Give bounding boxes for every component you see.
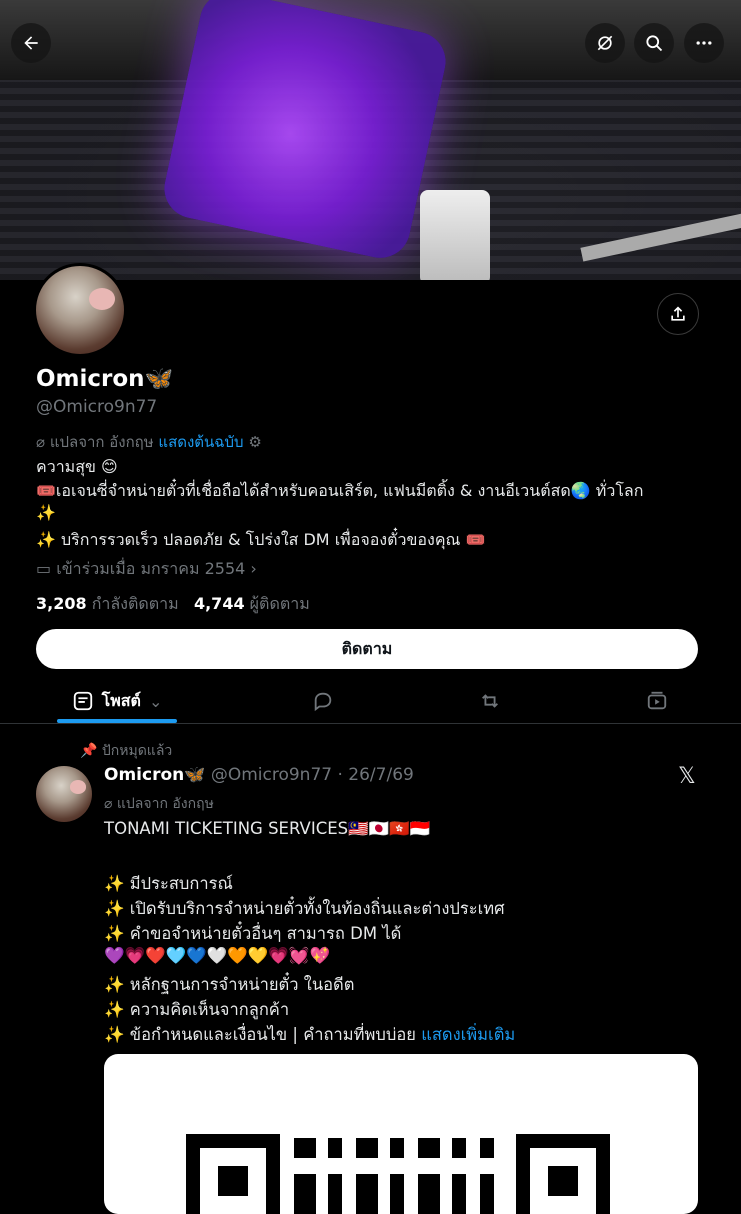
post-text-line: 💜💗❤️🩵💙🤍🧡💛💗💓💖: [104, 946, 330, 965]
post-translated-from: แปลจาก อังกฤษ: [116, 796, 214, 812]
chevron-right-icon[interactable]: ›: [250, 559, 256, 578]
qr-gap: [294, 1158, 494, 1174]
post-text-line-last: ✨ ข้อกำหนดและเงื่อนไข | คำถามที่พบบ่อย แ…: [104, 1022, 515, 1048]
following-count[interactable]: 3,208: [36, 594, 87, 613]
post-text-line: ✨ ข้อกำหนดและเงื่อนไข | คำถามที่พบบ่อย: [104, 1025, 416, 1044]
tab-posts[interactable]: โพสต์ ⌄: [57, 680, 177, 722]
x-logo-icon[interactable]: 𝕏: [678, 764, 696, 789]
repost-icon: [482, 694, 498, 708]
profile-name: Omicron🦋: [36, 365, 173, 392]
qr-finder-left: [186, 1134, 280, 1214]
posts-icon: [73, 691, 92, 711]
more-icon: [696, 41, 712, 45]
butterfly-icon: 🦋: [184, 765, 206, 785]
bio-line-3: ✨: [36, 503, 56, 522]
media-icon: [647, 691, 667, 710]
share-button[interactable]: [657, 293, 699, 335]
follow-button[interactable]: ติดตาม: [36, 629, 698, 669]
followers-count[interactable]: 4,744: [194, 594, 245, 613]
translate-icon: ⌀: [104, 796, 113, 812]
qr-finder-right: [516, 1134, 610, 1214]
profile-handle: @Omicro9n77: [36, 397, 158, 417]
post-author-name[interactable]: Omicron: [104, 765, 184, 785]
tab-media[interactable]: [632, 680, 682, 722]
search-button[interactable]: [634, 23, 674, 63]
avatar-paw: [88, 288, 116, 310]
joined-date-row: ▭ เข้าร่วมเมื่อ มกราคม 2554 ›: [36, 557, 257, 582]
more-button[interactable]: [684, 23, 724, 63]
pinned-label-row: 📌 ปักหมุดแล้ว: [80, 740, 172, 762]
joined-date: เข้าร่วมเมื่อ มกราคม 2554: [56, 559, 246, 578]
translation-row: ⌀ แปลจาก อังกฤษ แสดงต้นฉบับ ⚙: [36, 430, 262, 454]
post-translation-row: ⌀ แปลจาก อังกฤษ: [104, 793, 214, 815]
post-text-line: ✨ ความคิดเห็นจากลูกค้า: [104, 1000, 290, 1019]
post-text-line: ✨ มีประสบการณ์: [104, 874, 233, 893]
tab-active-indicator: [57, 719, 177, 723]
bio-line-1: ความสุข 😊: [36, 457, 118, 476]
grok-icon: [597, 35, 613, 51]
tab-reposts[interactable]: [465, 680, 515, 722]
avatar-paw: [69, 780, 87, 794]
arrow-left-icon: [24, 36, 38, 50]
post-header: Omicron🦋 @Omicro9n77 · 26/7/69: [104, 765, 414, 785]
butterfly-icon: 🦋: [144, 366, 174, 392]
profile-banner[interactable]: [0, 0, 741, 280]
following-label[interactable]: กำลังติดตาม: [92, 594, 179, 613]
pinned-label: ปักหมุดแล้ว: [101, 743, 173, 759]
post-author-avatar[interactable]: [36, 766, 92, 822]
pin-icon: 📌: [80, 743, 98, 759]
follow-counts: 3,208 กำลังติดตาม 4,744 ผู้ติดตาม: [36, 592, 310, 617]
grok-button[interactable]: [585, 23, 625, 63]
post-text-line: ✨ คำขอจำหน่ายตั๋วอื่นๆ สามารถ DM ได้: [104, 924, 402, 943]
profile-avatar[interactable]: [33, 263, 127, 357]
calendar-icon: ▭: [36, 559, 52, 578]
show-more-link[interactable]: แสดงเพิ่มเติม: [421, 1025, 515, 1044]
share-icon: [671, 306, 685, 321]
profile-tabs: โพสต์ ⌄: [0, 680, 741, 724]
post-date[interactable]: · 26/7/69: [337, 765, 413, 785]
post-text-line: TONAMI TICKETING SERVICES🇲🇾🇯🇵🇭🇰🇮🇩: [104, 819, 431, 838]
post-text-line: ✨ เปิดรับบริการจำหน่ายตั๋วทั้งในท้องถิ่น…: [104, 899, 505, 918]
search-icon: [646, 35, 663, 52]
bio-line-4: ✨ บริการรวดเร็ว ปลอดภัย & โปร่งใส DM เพื…: [36, 530, 486, 549]
tab-replies[interactable]: [298, 680, 348, 722]
banner-holder: [420, 190, 490, 280]
translate-icon: ⌀: [36, 433, 46, 451]
back-button[interactable]: [11, 23, 51, 63]
profile-name-text: Omicron: [36, 366, 145, 392]
post-image-qr[interactable]: [104, 1054, 698, 1214]
bio-line-2: 🎟️เอเจนซี่จำหน่ายตั๋วที่เชื่อถือได้สำหรั…: [36, 481, 644, 500]
reply-icon: [314, 692, 332, 712]
settings-gear-icon[interactable]: ⚙: [248, 433, 261, 451]
show-original-link[interactable]: แสดงต้นฉบับ: [158, 433, 243, 451]
translated-from-label: แปลจาก อังกฤษ: [49, 433, 154, 451]
tab-posts-label: โพสต์: [101, 690, 141, 710]
chevron-down-icon: ⌄: [148, 691, 163, 711]
post-author-handle[interactable]: @Omicro9n77: [211, 765, 332, 785]
followers-label[interactable]: ผู้ติดตาม: [250, 594, 310, 613]
post-text-line: ✨ หลักฐานการจำหน่ายตั๋ว ในอดีต: [104, 975, 355, 994]
qr-modules: [294, 1138, 494, 1214]
